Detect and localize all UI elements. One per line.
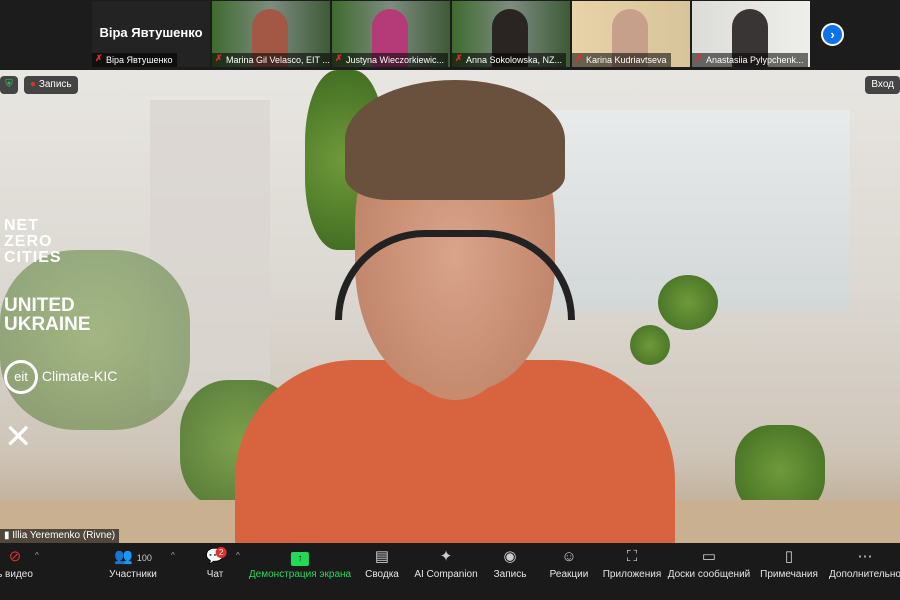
participant-name: ✗ Marina Gil Velasco, EIT ... xyxy=(212,53,330,67)
mic-muted-icon: ✗ xyxy=(455,53,463,63)
participant-tile[interactable]: ✗ Justyna Wieczorkiewic... xyxy=(332,1,450,67)
mic-muted-icon: ✗ xyxy=(695,53,703,63)
video-off-icon: ⊘ xyxy=(8,548,22,565)
participant-name: ✗ Віра Явтушенко xyxy=(92,53,177,67)
share-screen-button[interactable]: ↑ Демонстрация экрана xyxy=(249,547,351,580)
whiteboards-button[interactable]: ▭ Доски сообщений xyxy=(668,547,751,580)
chat-button[interactable]: 💬 2 Чат xyxy=(206,547,227,580)
share-screen-icon: ↑ xyxy=(249,547,351,567)
participant-name: ✗ Anna Sokolowska, NZ... xyxy=(452,53,567,67)
speaker-name-badge: ▮ Illia Yeremenko (Rivne) xyxy=(0,529,120,543)
participant-tile[interactable]: ✗ Marina Gil Velasco, EIT ... xyxy=(212,1,330,67)
reactions-button[interactable]: ☺ Реакции xyxy=(550,547,589,580)
sparkle-icon: ✦ xyxy=(439,548,453,565)
participants-icon: 👥 100 xyxy=(114,548,152,565)
climate-kic-logo: eit Climate-KIC xyxy=(4,360,117,394)
participant-tile[interactable]: Віра Явтушенко ✗ Віра Явтушенко xyxy=(92,1,210,67)
participants-button[interactable]: 👥 100 Участники xyxy=(109,547,157,580)
recording-indicator[interactable]: ● Запись xyxy=(24,76,78,94)
participant-tile[interactable]: ✗ Anna Sokolowska, NZ... xyxy=(452,1,570,67)
united-for-ukraine-logo: UNITED UKRAINE xyxy=(4,295,91,335)
more-button[interactable]: ⋯ Дополнительно xyxy=(829,547,900,580)
record-dot-icon: ● xyxy=(30,79,37,90)
participant-name: ✗ Justyna Wieczorkiewic... xyxy=(332,53,449,67)
speaker-hair xyxy=(345,80,565,200)
chevron-right-icon: › xyxy=(830,27,835,42)
encryption-shield-icon[interactable]: ⛨ xyxy=(0,76,18,94)
summary-icon: ▤ xyxy=(374,548,390,565)
participant-name: ✗ Karina Kudriavtseva xyxy=(572,53,671,67)
chat-unread-badge: 2 xyxy=(215,547,227,558)
participant-tile[interactable]: ✗ Anastasiia Pylypchenk... xyxy=(692,1,810,67)
more-icon: ⋯ xyxy=(857,548,873,565)
video-options-caret[interactable]: ^ xyxy=(35,551,39,560)
meeting-toolbar: ⊘ ь видео ^ 👥 100 Участники ^ 💬 2 Чат ^ ↑ Дем… xyxy=(0,543,900,600)
enter-button[interactable]: Вход xyxy=(865,76,900,94)
gallery-strip: Віра Явтушенко ✗ Віра Явтушенко ✗ Marina G… xyxy=(0,0,900,70)
summary-button[interactable]: ▤ Сводка xyxy=(365,547,399,580)
ai-companion-button[interactable]: ✦ AI Companion xyxy=(414,547,477,580)
next-page-button[interactable]: › xyxy=(821,23,844,46)
mic-muted-icon: ✗ xyxy=(575,53,583,63)
notes-icon: ▯ xyxy=(784,548,794,565)
participants-options-caret[interactable]: ^ xyxy=(171,551,175,560)
video-button[interactable]: ⊘ ь видео xyxy=(0,547,33,580)
mic-muted-icon: ✗ xyxy=(95,53,103,63)
rivne-logo: ✕ xyxy=(4,418,33,456)
net-zero-cities-logo: NET ZERO CITIES xyxy=(4,217,62,266)
apps-button[interactable]: ⛶ Приложения xyxy=(603,547,662,580)
mic-muted-icon: ✗ xyxy=(215,53,223,63)
chat-options-caret[interactable]: ^ xyxy=(236,551,240,560)
whiteboard-icon: ▭ xyxy=(701,548,717,565)
participant-tile[interactable]: ✗ Karina Kudriavtseva xyxy=(572,1,690,67)
participant-name: ✗ Anastasiia Pylypchenk... xyxy=(692,53,808,67)
participant-name-large: Віра Явтушенко xyxy=(99,25,203,40)
record-icon: ◉ xyxy=(503,548,517,565)
emoji-icon: ☺ xyxy=(561,548,577,565)
apps-icon: ⛶ xyxy=(626,548,638,565)
main-video: NET ZERO CITIES UNITED UKRAINE eit Climate-… xyxy=(0,70,900,543)
record-button[interactable]: ◉ Запись xyxy=(494,547,527,580)
notes-button[interactable]: ▯ Примечания xyxy=(760,547,818,580)
mic-muted-icon: ✗ xyxy=(335,53,343,63)
